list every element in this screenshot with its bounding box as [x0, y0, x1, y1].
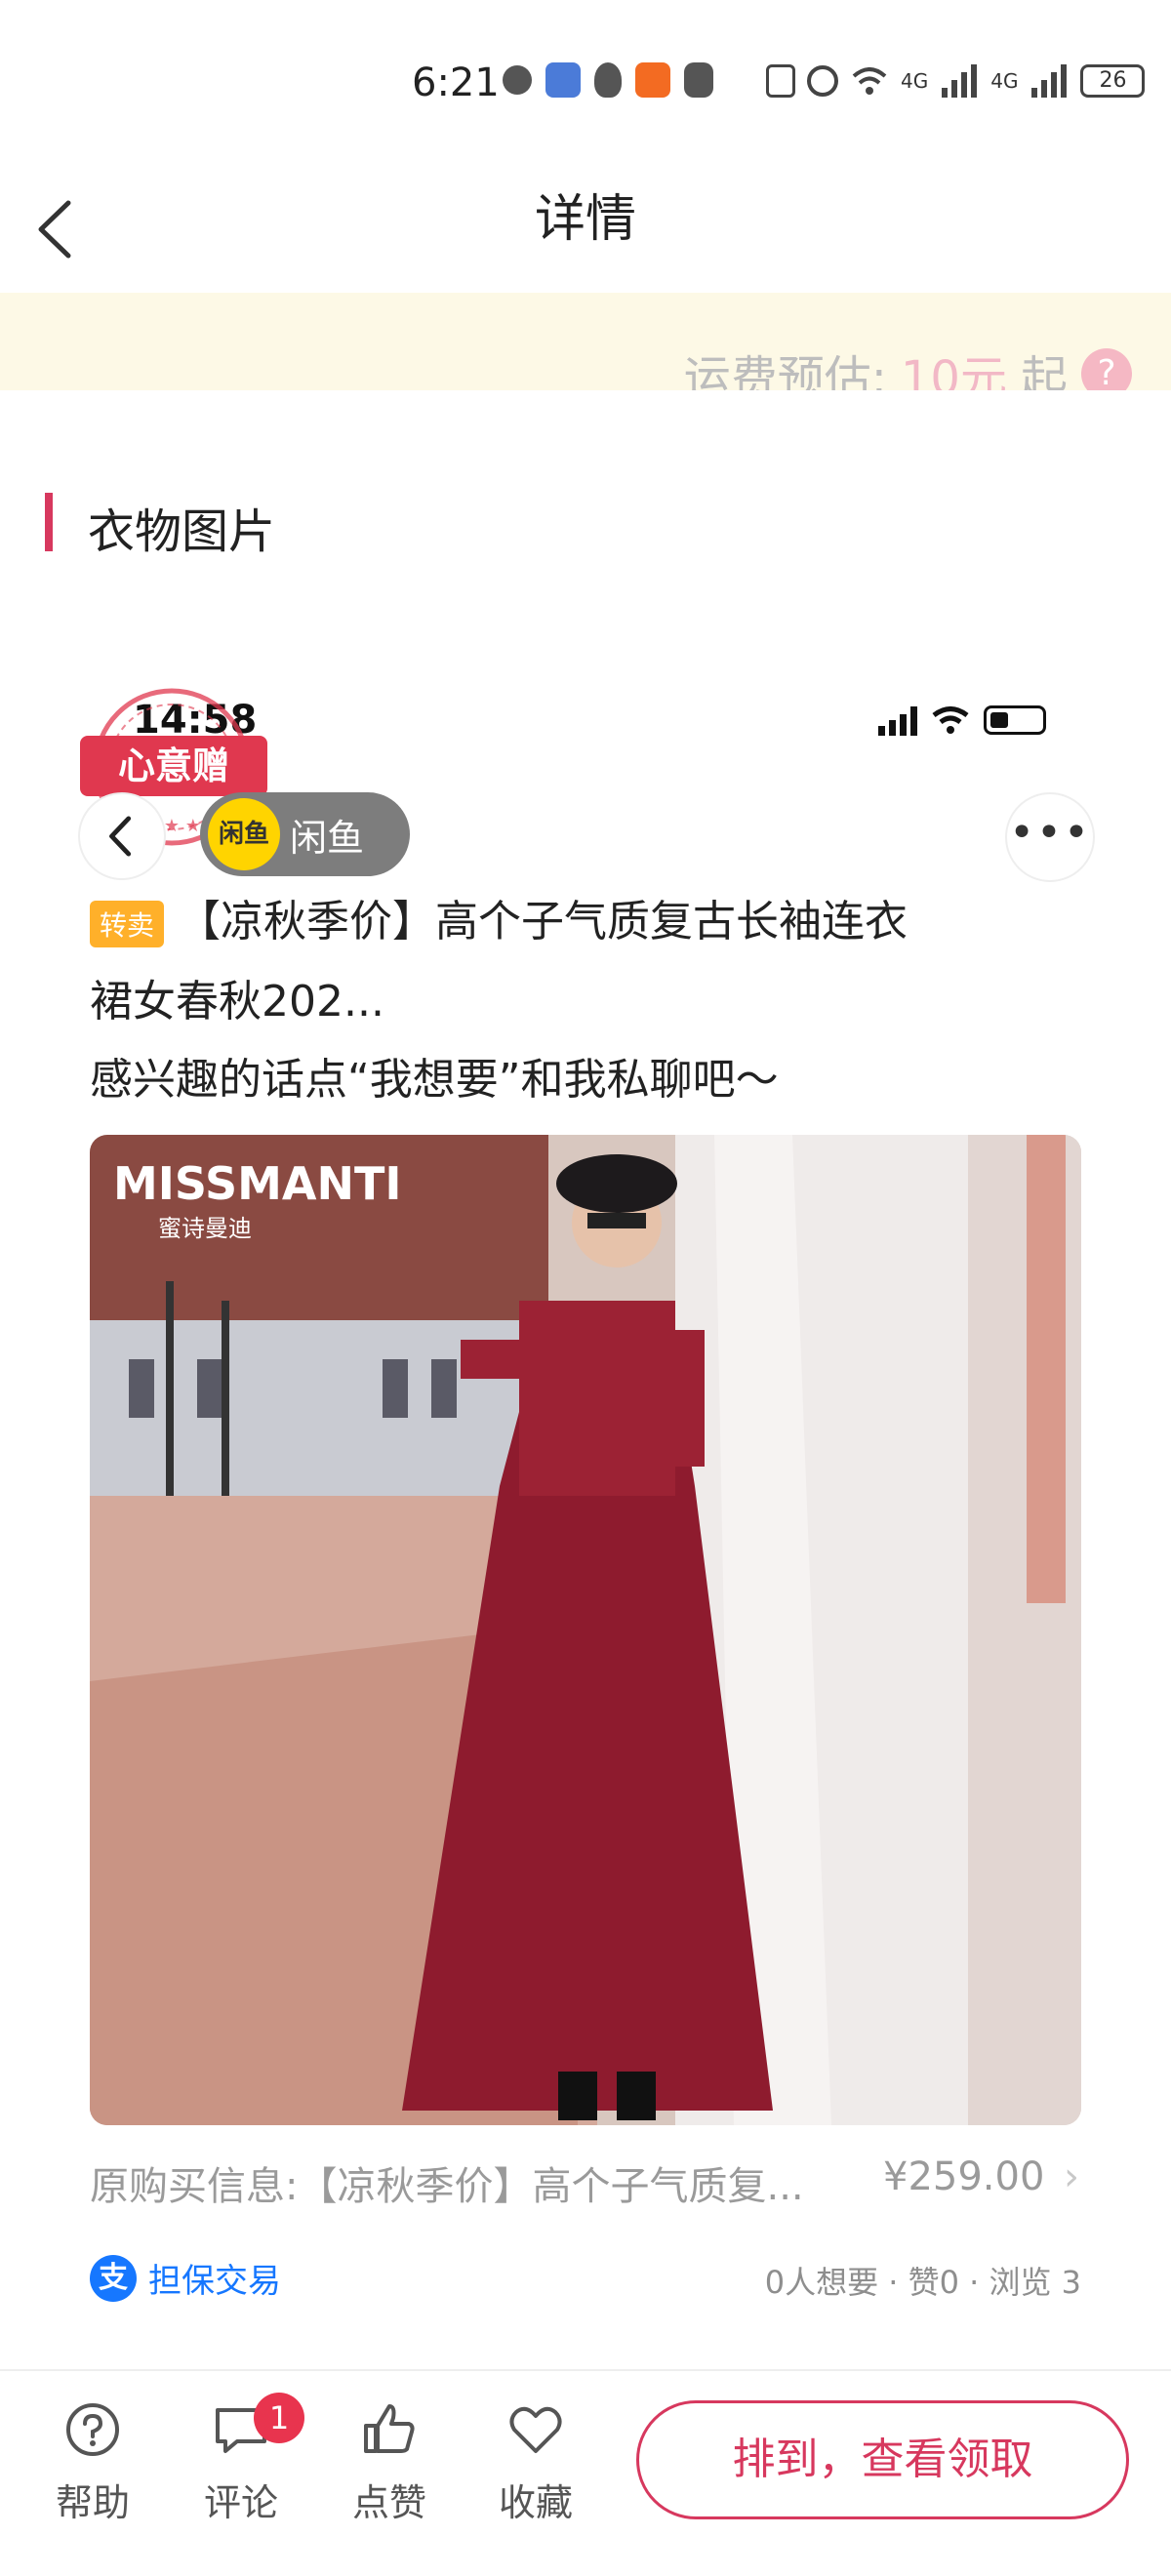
taobao-icon — [635, 62, 670, 98]
notification-icons — [503, 62, 713, 98]
bottom-action-bar: 帮助 1 评论 点赞 收藏 排到，查看领取 — [0, 2369, 1171, 2576]
xianyu-app-name: 闲鱼 — [290, 816, 365, 860]
shipping-banner: 运费预估: 10元 起 ? — [0, 293, 1171, 390]
escrow-label: 担保交易 — [148, 2262, 281, 2301]
original-price: ¥259.00 — [883, 2154, 1045, 2199]
gift-stamp-label: 心意赠 — [80, 736, 267, 796]
comment-label: 评论 — [203, 2481, 278, 2524]
help-icon — [66, 2403, 119, 2456]
shipping-estimate[interactable]: 运费预估: 10元 起 ? — [684, 340, 1132, 390]
favorite-button[interactable]: 收藏 — [482, 2400, 589, 2526]
brand-logo-text: MISSMANTI — [113, 1157, 401, 1210]
help-label: 帮助 — [55, 2481, 130, 2524]
network-type-2: 4G — [990, 69, 1019, 93]
escrow-trade: 支 担保交易 — [90, 2254, 281, 2302]
like-label: 点赞 — [351, 2481, 426, 2524]
battery-icon: 26 — [1080, 64, 1146, 98]
original-purchase-info: 原购买信息:【凉秋季价】高个子气质复... — [90, 2164, 804, 2209]
system-indicators: 4G 4G 26 — [766, 64, 1146, 98]
embedded-back-icon — [109, 816, 132, 857]
chevron-right-icon: › — [1064, 2154, 1079, 2199]
section-accent-bar — [45, 493, 53, 551]
help-question-icon[interactable]: ? — [1081, 348, 1132, 390]
signal-icon — [942, 64, 978, 98]
heart-icon — [509, 2406, 562, 2453]
status-time: 6:21 — [412, 60, 500, 105]
embedded-wifi-icon — [932, 706, 969, 734]
thumbs-up-icon — [364, 2404, 415, 2453]
shipping-suffix: 起 — [1020, 351, 1068, 390]
comment-button[interactable]: 1 评论 — [187, 2393, 304, 2526]
xianyu-logo-icon: 闲鱼 — [208, 798, 280, 870]
listing-invite-text: 感兴趣的话点“我想要”和我私聊吧～ — [90, 1055, 779, 1105]
shipping-label: 运费预估: — [683, 351, 887, 390]
listing-title-line2: 裙女春秋202... — [90, 977, 384, 1026]
favorite-label: 收藏 — [498, 2481, 573, 2524]
shipping-price: 10元 — [900, 351, 1007, 390]
listing-title-line1: 转卖 【凉秋季价】高个子气质复古长袖连衣 — [90, 886, 1124, 948]
nfc-icon — [766, 64, 795, 98]
network-type-1: 4G — [901, 69, 929, 93]
product-photo: MISSMANTI 蜜诗曼迪 — [90, 1135, 1081, 2125]
listing-stats: 0人想要 · 赞0 · 浏览 3 — [764, 2264, 1081, 2301]
wechat-icon — [503, 65, 532, 95]
signal-icon-2 — [1031, 64, 1068, 98]
shield-icon — [684, 62, 713, 98]
brand-logo-cn: 蜜诗曼迪 — [158, 1215, 252, 1242]
xianyu-app-pill: 闲鱼 闲鱼 — [200, 792, 410, 876]
resale-tag: 转卖 — [90, 901, 165, 947]
embedded-more-icon: ••• — [1005, 792, 1095, 882]
status-bar: 6:21 4G 4G 26 — [0, 0, 1171, 166]
like-button[interactable]: 点赞 — [336, 2400, 443, 2526]
app-notification-icon — [545, 62, 581, 98]
help-button[interactable]: 帮助 — [39, 2400, 146, 2526]
page-title: 详情 — [534, 190, 636, 249]
comment-count-badge: 1 — [254, 2393, 304, 2443]
embedded-back-button — [78, 792, 166, 880]
alarm-icon — [807, 65, 838, 97]
embedded-status-icons — [878, 704, 1046, 736]
wifi-icon — [852, 67, 887, 95]
qq-icon — [594, 62, 622, 98]
embedded-signal-icon — [878, 704, 917, 736]
alipay-icon: 支 — [90, 2254, 137, 2302]
embedded-battery-icon — [984, 705, 1046, 735]
listing-title-text: 【凉秋季价】高个子气质复古长袖连衣 — [178, 897, 909, 946]
claim-button[interactable]: 排到，查看领取 — [636, 2400, 1129, 2519]
section-title: 衣物图片 — [88, 504, 276, 559]
